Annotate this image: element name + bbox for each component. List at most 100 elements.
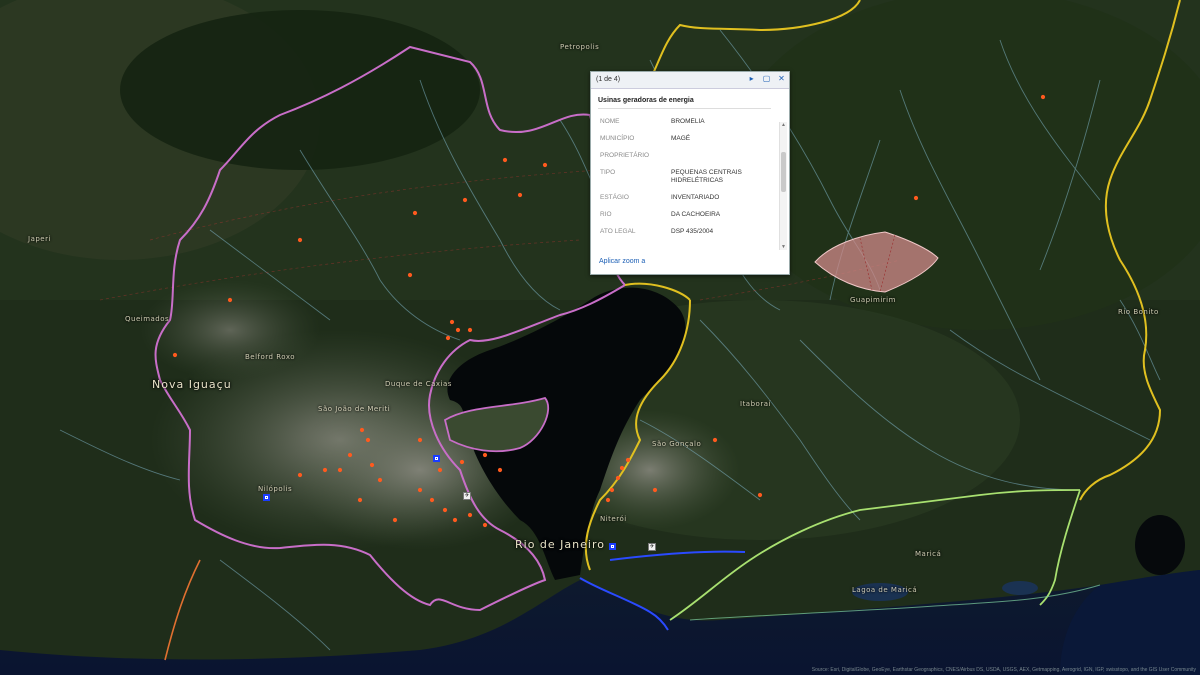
power-plant-point[interactable] (625, 457, 631, 463)
power-plant-point[interactable] (542, 162, 548, 168)
field-value: INVENTARIADO (671, 194, 720, 201)
popup-field-row: MUNICÍPIO MAGÉ (600, 135, 779, 143)
place-label-guapimirim: Guapimirim (850, 296, 896, 304)
place-label-belford-roxo: Belford Roxo (245, 353, 296, 361)
power-plant-point[interactable] (172, 352, 178, 358)
scroll-down-icon[interactable]: ▼ (780, 244, 787, 250)
power-plant-point[interactable] (455, 327, 461, 333)
field-value: MAGÉ (671, 135, 691, 142)
power-plant-point[interactable] (467, 327, 473, 333)
field-value: PEQUENAS CENTRAIS HIDRELÉTRICAS (671, 169, 742, 184)
popup-field-row: NOME BROMÉLIA (600, 118, 779, 126)
field-label: TIPO (600, 169, 616, 176)
power-plant-point[interactable] (459, 459, 465, 465)
power-plant-point[interactable] (502, 157, 508, 163)
place-label-rio-de-janeiro: Rio de Janeiro (515, 538, 605, 551)
field-label: ATO LEGAL (600, 228, 636, 235)
power-plant-point[interactable] (467, 512, 473, 518)
power-plant-point[interactable] (359, 427, 365, 433)
power-plant-point[interactable] (365, 437, 371, 443)
power-plant-point[interactable] (429, 497, 435, 503)
power-plant-point[interactable] (619, 465, 625, 471)
power-plant-point[interactable] (417, 437, 423, 443)
power-plant-point[interactable] (407, 272, 413, 278)
field-value (671, 152, 771, 160)
popup-fields: NOME BROMÉLIA MUNICÍPIO MAGÉ PROPRIETÁRIO … (591, 118, 779, 254)
power-plant-point[interactable] (482, 452, 488, 458)
field-label: ESTÁGIO (600, 194, 629, 201)
power-plant-point[interactable] (392, 517, 398, 523)
power-plant-point[interactable] (609, 487, 615, 493)
popup-field-row: PROPRIETÁRIO (600, 152, 779, 160)
power-plant-point[interactable] (449, 319, 455, 325)
close-icon[interactable]: ✕ (777, 74, 786, 83)
popup-field-row: RIO DA CACHOEIRA (600, 211, 779, 219)
power-plant-point[interactable] (357, 497, 363, 503)
place-label-japeri: Japeri (28, 235, 51, 243)
popup-title: Usinas geradoras de energia (598, 97, 694, 104)
power-plant-point[interactable] (297, 472, 303, 478)
blue-map-marker[interactable] (609, 543, 616, 550)
popup-field-row: ATO LEGAL DSP 435/2004 (600, 228, 779, 236)
place-label-marica: Maricá (915, 550, 942, 558)
place-label-queimados: Queimados (125, 315, 170, 323)
airport-icon[interactable]: ✈ (463, 492, 471, 500)
power-plant-point[interactable] (337, 467, 343, 473)
airport-icon[interactable]: ✈ (648, 543, 656, 551)
power-plant-point[interactable] (497, 467, 503, 473)
place-label-sao-joao-de-meriti: São João de Meriti (318, 405, 391, 413)
power-plant-point[interactable] (437, 467, 443, 473)
power-plant-point[interactable] (615, 475, 621, 481)
map-attribution: Source: Esri, DigitalGlobe, GeoEye, Eart… (811, 667, 1196, 673)
power-plant-point[interactable] (462, 197, 468, 203)
power-plant-point[interactable] (913, 195, 919, 201)
scrollbar-thumb[interactable] (781, 152, 786, 192)
feature-info-popup[interactable]: (1 de 4) ▸ ▢ ✕ Usinas geradoras de energ… (590, 71, 790, 275)
blue-map-marker[interactable] (263, 494, 270, 501)
power-plant-point[interactable] (322, 467, 328, 473)
place-label-sao-goncalo: São Gonçalo (652, 440, 702, 448)
power-plant-point[interactable] (412, 210, 418, 216)
zoom-to-link[interactable]: Aplicar zoom a (599, 258, 645, 265)
popup-scrollbar[interactable]: ▲ ▼ (779, 122, 787, 250)
field-label: MUNICÍPIO (600, 135, 635, 142)
power-plant-point[interactable] (712, 437, 718, 443)
field-label: NOME (600, 118, 620, 125)
power-plant-point[interactable] (517, 192, 523, 198)
place-label-nova-iguacu: Nova Iguaçu (152, 378, 232, 391)
place-label-petropolis: Petropolis (560, 43, 600, 51)
power-plant-point[interactable] (445, 335, 451, 341)
power-plant-point[interactable] (452, 517, 458, 523)
power-plant-point[interactable] (417, 487, 423, 493)
popup-field-row: ESTÁGIO INVENTARIADO (600, 194, 779, 202)
power-plant-point[interactable] (369, 462, 375, 468)
place-label-niteroi: Niterói (600, 515, 627, 523)
map-view[interactable]: Petropolis Japeri Queimados Belford Roxo… (0, 0, 1200, 675)
blue-map-marker[interactable] (433, 455, 440, 462)
field-value: DA CACHOEIRA (671, 211, 721, 218)
power-plant-point[interactable] (605, 497, 611, 503)
power-plant-point[interactable] (227, 297, 233, 303)
place-label-rio-bonito: Rio Bonito (1118, 308, 1159, 316)
field-value: BROMÉLIA (671, 118, 705, 125)
popup-field-row: TIPO PEQUENAS CENTRAIS HIDRELÉTRICAS (600, 169, 779, 185)
power-plant-point[interactable] (482, 522, 488, 528)
field-value: DSP 435/2004 (671, 228, 714, 235)
power-plant-point[interactable] (652, 487, 658, 493)
play-next-icon[interactable]: ▸ (747, 74, 756, 83)
field-label: PROPRIETÁRIO (600, 152, 650, 159)
place-label-lagoa-de-marica: Lagoa de Maricá (852, 586, 918, 594)
power-plant-point[interactable] (297, 237, 303, 243)
scroll-up-icon[interactable]: ▲ (780, 122, 787, 128)
popup-counter: (1 de 4) (596, 76, 621, 83)
popup-header: (1 de 4) ▸ ▢ ✕ (591, 72, 789, 89)
field-label: RIO (600, 211, 612, 218)
power-plant-point[interactable] (347, 452, 353, 458)
power-plant-point[interactable] (377, 477, 383, 483)
power-plant-point[interactable] (757, 492, 763, 498)
place-label-duque-de-caxias: Duque de Caxias (385, 380, 452, 388)
place-label-nilopolis: Nilópolis (258, 485, 293, 493)
power-plant-point[interactable] (442, 507, 448, 513)
power-plant-point[interactable] (1040, 94, 1046, 100)
maximize-icon[interactable]: ▢ (762, 74, 771, 83)
